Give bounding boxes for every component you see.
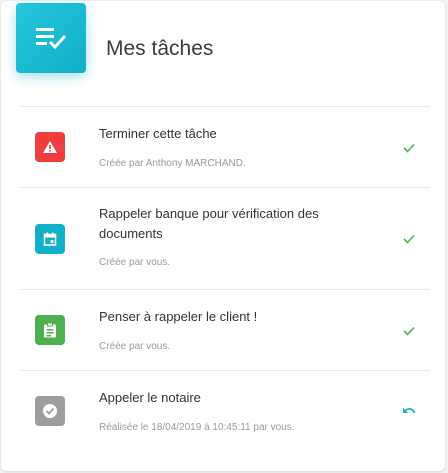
- clipboard-icon: [35, 315, 65, 345]
- task-meta: Créée par vous.: [99, 341, 171, 352]
- undo-icon[interactable]: [402, 405, 416, 419]
- check-icon[interactable]: [402, 141, 416, 155]
- task-label: Rappeler banque pour vérification des do…: [99, 206, 319, 241]
- task-list: Terminer cette tâche Créée par Anthony M…: [20, 106, 430, 451]
- task-item[interactable]: Rappeler banque pour vérification des do…: [20, 187, 430, 289]
- tasks-card: Mes tâches Terminer cette tâche Créée pa…: [1, 1, 445, 471]
- warning-icon: [35, 132, 65, 162]
- task-item[interactable]: Appeler le notaire Réalisée le 18/04/201…: [20, 370, 430, 451]
- task-list-check-icon: [16, 3, 86, 73]
- page-title: Mes tâches: [106, 37, 214, 60]
- check-circle-icon: [35, 396, 65, 426]
- task-item[interactable]: Penser à rappeler le client ! Créée par …: [20, 289, 430, 370]
- task-label: Terminer cette tâche: [99, 126, 217, 141]
- task-meta: Créée par vous.: [99, 257, 171, 268]
- check-icon[interactable]: [402, 232, 416, 246]
- check-icon[interactable]: [402, 324, 416, 338]
- calendar-icon: [35, 224, 65, 254]
- task-meta: Créée par Anthony MARCHAND.: [99, 158, 246, 169]
- task-label: Appeler le notaire: [99, 390, 201, 405]
- task-meta: Réalisée le 18/04/2019 à 10:45:11 par vo…: [99, 422, 295, 433]
- task-item[interactable]: Terminer cette tâche Créée par Anthony M…: [20, 106, 430, 187]
- task-label: Penser à rappeler le client !: [99, 309, 258, 324]
